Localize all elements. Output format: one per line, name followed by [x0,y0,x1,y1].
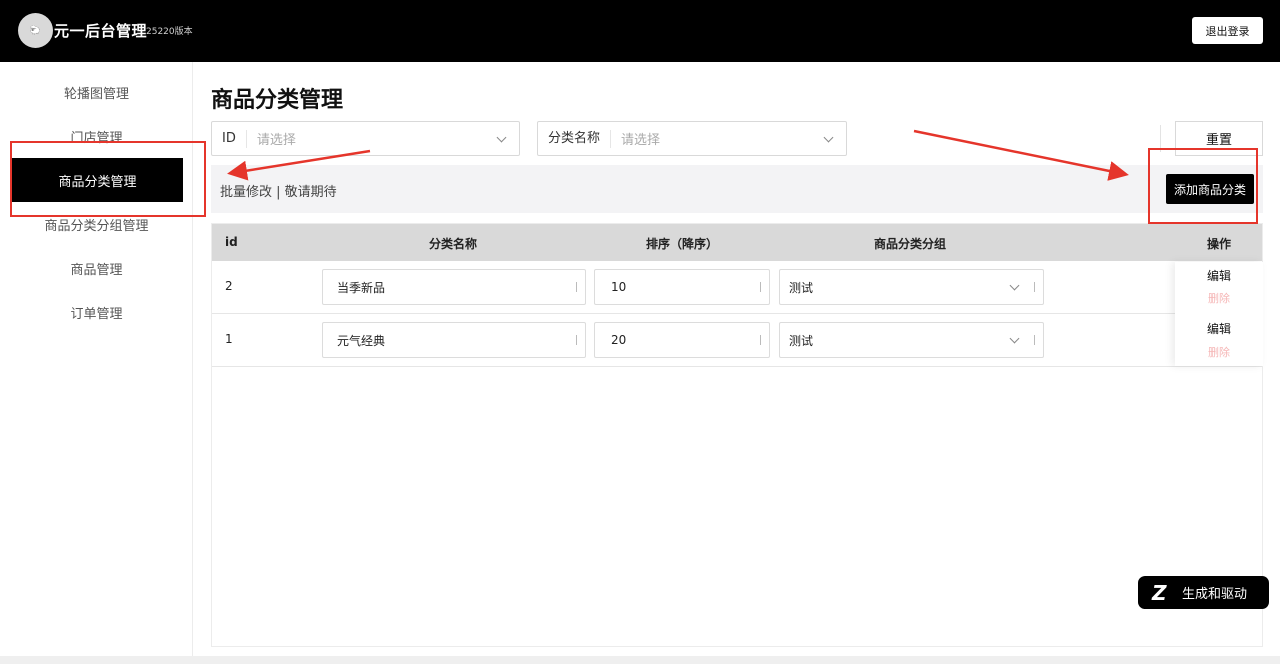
edit-button[interactable]: 编辑 [1175,267,1263,284]
annotation-box [1148,148,1258,224]
group-select[interactable]: 测试 [779,269,1044,305]
annotation-box [10,141,206,217]
sidebar-item-products[interactable]: 商品管理 [0,246,193,290]
sort-input[interactable]: 20 [594,322,770,358]
filter-placeholder: 请选择 [256,133,296,148]
input-value: 10 [611,280,627,294]
id-filter-select[interactable]: ID 请选择 [211,121,520,156]
category-name-input[interactable]: 元气经典 [322,322,586,358]
delete-button[interactable]: 删除 [1175,290,1263,306]
filter-label: ID [212,129,247,148]
input-cursor [576,282,577,292]
brand-z-icon: Z [1152,580,1167,605]
sidebar-item-orders[interactable]: 订单管理 [0,290,193,334]
chevron-down-icon [1010,282,1020,292]
input-value: 当季新品 [337,280,386,295]
badge-label: 生成和驱动 [1182,587,1248,602]
top-header: 🐑 元一后台管理 25220版本 退出登录 [0,0,1280,62]
page-title: 商品分类管理 [211,88,344,113]
select-value: 测试 [789,333,814,348]
chevron-down-icon [1010,335,1020,345]
floating-badge[interactable]: Z 生成和驱动 [1138,576,1269,609]
column-header-sort: 排序（降序） [646,237,719,251]
table-header: id 分类名称 排序（降序） 商品分类分组 操作 [212,224,1262,261]
delete-button[interactable]: 删除 [1175,344,1263,360]
avatar: 🐑 [18,13,53,48]
select-divider [1034,335,1035,345]
actions-column: 编辑 删除 编辑 删除 [1175,262,1263,366]
sort-input[interactable]: 10 [594,269,770,305]
table-row: 2 当季新品 10 测试 [212,261,1262,314]
app-title: 元一后台管理 [54,22,148,40]
logo-icon: 🐑 [29,25,42,36]
toolbar: 批量修改 | 敬请期待 [211,165,1263,213]
input-value: 20 [611,333,627,347]
category-name-filter-select[interactable]: 分类名称 请选择 [537,121,847,156]
select-value: 测试 [789,280,814,295]
app-version: 25220版本 [146,27,193,37]
edit-button[interactable]: 编辑 [1175,320,1263,337]
chevron-down-icon [824,134,834,144]
category-name-input[interactable]: 当季新品 [322,269,586,305]
input-cursor [760,282,761,292]
table-row: 1 元气经典 20 测试 [212,314,1262,367]
column-header-name: 分类名称 [429,237,478,251]
batch-edit-notice: 批量修改 | 敬请期待 [220,185,337,200]
column-header-actions: 操作 [1207,237,1232,251]
input-value: 元气经典 [337,333,386,348]
column-header-group: 商品分类分组 [874,237,947,251]
group-select[interactable]: 测试 [779,322,1044,358]
filter-placeholder: 请选择 [621,133,661,148]
input-cursor [760,335,761,345]
chevron-down-icon [497,134,507,144]
bottom-scrollbar[interactable] [0,656,1280,664]
category-table: id 分类名称 排序（降序） 商品分类分组 操作 2 当季新品 10 测试 1 … [211,223,1263,647]
sidebar-item-banner[interactable]: 轮播图管理 [0,70,193,114]
column-header-id: id [225,235,238,249]
filter-label: 分类名称 [538,129,612,148]
cell-id: 1 [225,332,233,346]
cell-id: 2 [225,279,233,293]
select-divider [1034,282,1035,292]
logout-button[interactable]: 退出登录 [1192,17,1263,44]
input-cursor [576,335,577,345]
